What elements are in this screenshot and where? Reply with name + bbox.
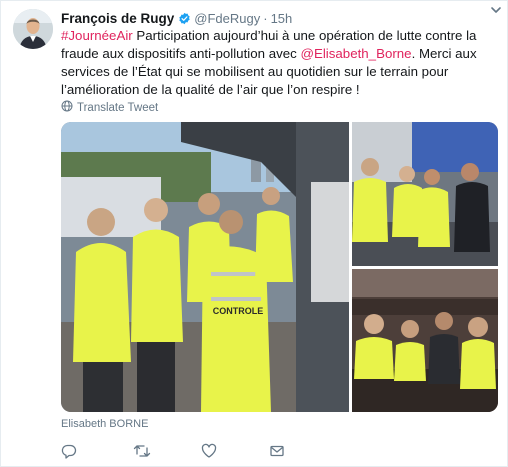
tweet-text: #JournéeAir Participation aujourd’hui à … [61, 27, 501, 99]
media-caption[interactable]: Elisabeth BORNE [61, 418, 148, 430]
reply-button[interactable] [61, 443, 77, 464]
avatar[interactable] [13, 9, 53, 49]
media-grid: CONTROLE [61, 122, 498, 412]
envelope-icon [269, 443, 285, 464]
globe-icon [61, 100, 73, 115]
tweet-timestamp[interactable]: 15h [271, 11, 293, 26]
verified-badge-icon [178, 12, 191, 25]
chevron-down-icon[interactable] [489, 3, 503, 22]
translate-label: Translate Tweet [77, 101, 159, 114]
heart-icon [201, 443, 217, 464]
author-name[interactable]: François de Rugy [61, 11, 174, 26]
direct-message-button[interactable] [269, 443, 285, 464]
reply-icon [61, 443, 77, 464]
hashtag-link[interactable]: #JournéeAir [61, 28, 133, 43]
separator-dot: · [263, 10, 268, 26]
retweet-icon [133, 443, 151, 464]
tweet-header: François de Rugy @FdeRugy · 15h [61, 9, 497, 27]
photo-bottom-right[interactable] [352, 269, 498, 412]
vest-label: CONTROLE [213, 306, 264, 316]
photo-main[interactable]: CONTROLE [61, 122, 349, 412]
author-handle[interactable]: @FdeRugy [194, 11, 260, 26]
translate-tweet-link[interactable]: Translate Tweet [61, 100, 158, 115]
mention-link[interactable]: @Elisabeth_Borne [300, 46, 411, 61]
tweet-card[interactable]: François de Rugy @FdeRugy · 15h #Journée… [0, 0, 508, 467]
retweet-button[interactable] [133, 443, 151, 464]
like-button[interactable] [201, 443, 217, 464]
photo-top-right[interactable] [352, 122, 498, 266]
tweet-actions [61, 443, 361, 461]
